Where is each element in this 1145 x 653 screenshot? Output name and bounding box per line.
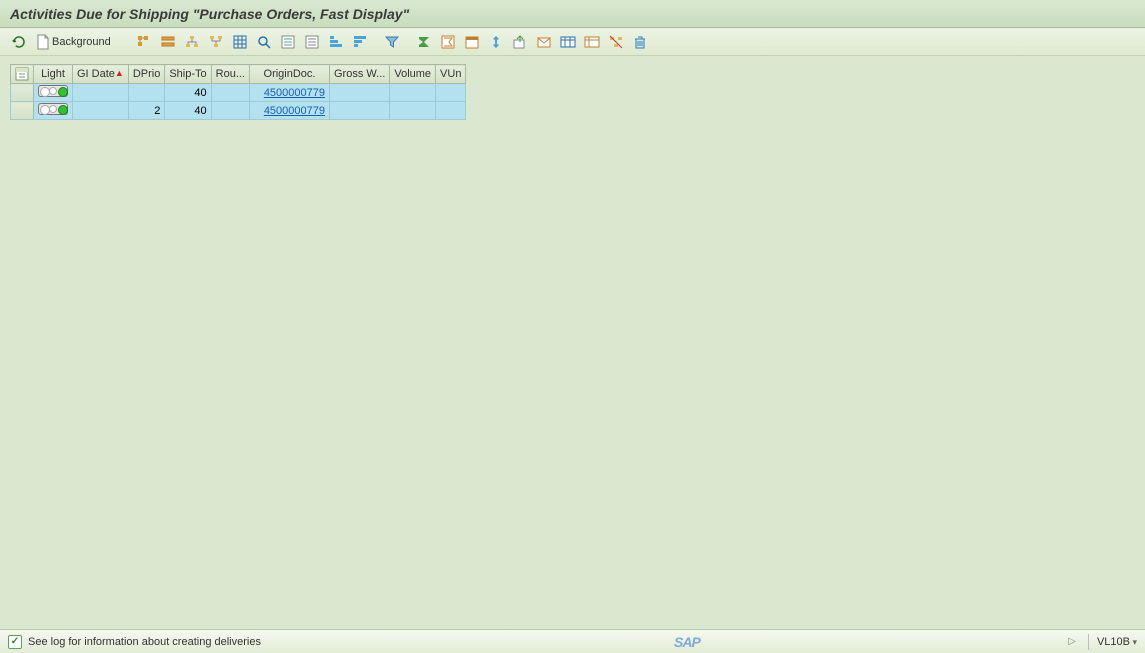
hierarchy-down-button[interactable] — [205, 31, 227, 53]
page-title: Activities Due for Shipping "Purchase Or… — [0, 0, 1145, 28]
deselect-button[interactable] — [605, 31, 627, 53]
row-selector[interactable] — [11, 84, 34, 102]
table-row[interactable]: 40 4500000779 — [11, 84, 466, 102]
col-light[interactable]: Light — [34, 65, 73, 84]
cell-gross-w — [330, 102, 390, 120]
layout-button[interactable] — [557, 31, 579, 53]
col-gross-w[interactable]: Gross W... — [330, 65, 390, 84]
details-button[interactable] — [133, 31, 155, 53]
cell-origin-doc: 4500000779 — [250, 102, 330, 120]
status-bar: See log for information about creating d… — [0, 629, 1145, 653]
select-block-button[interactable] — [157, 31, 179, 53]
content-area: Light GI Date▲ DPrio Ship-To Rou... Orig… — [0, 56, 1145, 629]
cell-vun — [436, 102, 466, 120]
select-all-column[interactable] — [11, 65, 34, 84]
col-origin-doc[interactable]: OriginDoc. — [250, 65, 330, 84]
cell-route — [211, 84, 249, 102]
background-label: Background — [50, 36, 115, 48]
cell-gi-date — [73, 102, 129, 120]
traffic-light-icon — [38, 103, 68, 115]
status-message: See log for information about creating d… — [28, 636, 261, 648]
delete-button[interactable] — [629, 31, 651, 53]
grid-button[interactable] — [229, 31, 251, 53]
export-button[interactable] — [509, 31, 531, 53]
hierarchy-up-button[interactable] — [181, 31, 203, 53]
background-button[interactable]: Background — [32, 31, 119, 53]
refresh-button[interactable] — [8, 31, 30, 53]
subtotal-button[interactable] — [437, 31, 459, 53]
header-row: Light GI Date▲ DPrio Ship-To Rou... Orig… — [11, 65, 466, 84]
list2-button[interactable] — [301, 31, 323, 53]
cell-ship-to: 40 — [165, 102, 211, 120]
col-ship-to[interactable]: Ship-To — [165, 65, 211, 84]
status-success-icon — [8, 635, 22, 649]
find-button[interactable] — [253, 31, 275, 53]
cell-gross-w — [330, 84, 390, 102]
page-title-text: Activities Due for Shipping "Purchase Or… — [10, 6, 409, 22]
mail-button[interactable] — [533, 31, 555, 53]
filter-button[interactable] — [381, 31, 403, 53]
col-dprio[interactable]: DPrio — [128, 65, 165, 84]
cell-origin-doc: 4500000779 — [250, 84, 330, 102]
cell-dprio — [128, 84, 165, 102]
list-button[interactable] — [277, 31, 299, 53]
cell-light — [34, 102, 73, 120]
cell-route — [211, 102, 249, 120]
cell-light — [34, 84, 73, 102]
cell-gi-date — [73, 84, 129, 102]
alv-grid[interactable]: Light GI Date▲ DPrio Ship-To Rou... Orig… — [10, 64, 466, 120]
col-gi-date[interactable]: GI Date▲ — [73, 65, 129, 84]
calendar-button[interactable] — [461, 31, 483, 53]
layout-save-button[interactable] — [581, 31, 603, 53]
col-vun[interactable]: VUn — [436, 65, 466, 84]
pin-button[interactable] — [485, 31, 507, 53]
sort-indicator-icon: ▲ — [115, 68, 124, 78]
sort-asc-button[interactable] — [325, 31, 347, 53]
col-route[interactable]: Rou... — [211, 65, 249, 84]
origin-doc-link[interactable]: 4500000779 — [264, 87, 325, 99]
app-toolbar: Background — [0, 28, 1145, 56]
cell-vun — [436, 84, 466, 102]
traffic-light-icon — [38, 85, 68, 97]
cell-ship-to: 40 — [165, 84, 211, 102]
tcode-indicator[interactable]: VL10B — [1097, 636, 1137, 648]
session-nav-icon[interactable]: ▷ — [1068, 636, 1076, 647]
cell-volume — [390, 84, 436, 102]
cell-volume — [390, 102, 436, 120]
cell-dprio: 2 — [128, 102, 165, 120]
sort-desc-button[interactable] — [349, 31, 371, 53]
col-volume[interactable]: Volume — [390, 65, 436, 84]
sum-button[interactable] — [413, 31, 435, 53]
row-selector[interactable] — [11, 102, 34, 120]
origin-doc-link[interactable]: 4500000779 — [264, 105, 325, 117]
table-row[interactable]: 2 40 4500000779 — [11, 102, 466, 120]
sap-logo: SAP — [674, 634, 700, 650]
